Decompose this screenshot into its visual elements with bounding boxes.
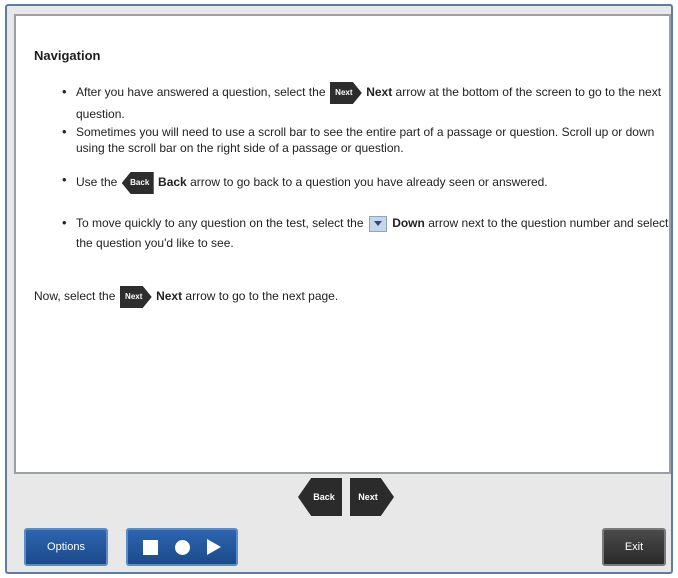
now-text-pre: Now, select the (34, 289, 116, 304)
b3-text-pre: Use the (76, 175, 118, 190)
stop-icon (142, 539, 158, 555)
b4-text-pre: To move quickly to any question on the t… (76, 216, 364, 230)
now-text-post: arrow to go to the next page. (185, 289, 339, 304)
content-panel: Navigation After you have answered a que… (14, 14, 671, 474)
next-page-instruction: Now, select the Next Next arrow to go to… (34, 286, 338, 308)
instruction-list: After you have answered a question, sele… (60, 82, 670, 253)
exit-button[interactable]: Exit (602, 528, 666, 566)
back-arrow-icon: Back (121, 172, 154, 194)
list-item: Sometimes you will need to use a scroll … (60, 124, 670, 156)
b2-text: Sometimes you will need to use a scroll … (76, 125, 655, 155)
play-button[interactable] (202, 535, 226, 559)
record-icon (174, 539, 190, 555)
list-item: After you have answered a question, sele… (60, 82, 670, 124)
list-item: Use the Back Back arrow to go back to a … (60, 172, 670, 194)
down-arrow-icon (368, 215, 387, 232)
play-icon (207, 539, 221, 555)
now-text-bold: Next (156, 289, 183, 304)
b3-text-post: arrow to go back to a question you have … (190, 175, 548, 190)
panel-title: Navigation (34, 48, 101, 63)
stop-button[interactable] (138, 535, 162, 559)
b1-text-bold: Next (366, 85, 393, 100)
options-button[interactable]: Options (24, 528, 108, 566)
b1-text-pre: After you have answered a question, sele… (76, 85, 326, 100)
record-button[interactable] (170, 535, 194, 559)
media-controls (126, 528, 238, 566)
list-item: To move quickly to any question on the t… (60, 213, 670, 253)
next-arrow-icon: Next (329, 82, 362, 104)
b4-text-bold: Down (392, 216, 425, 230)
b3-text-bold: Back (158, 175, 187, 190)
next-arrow-icon: Next (119, 286, 152, 308)
